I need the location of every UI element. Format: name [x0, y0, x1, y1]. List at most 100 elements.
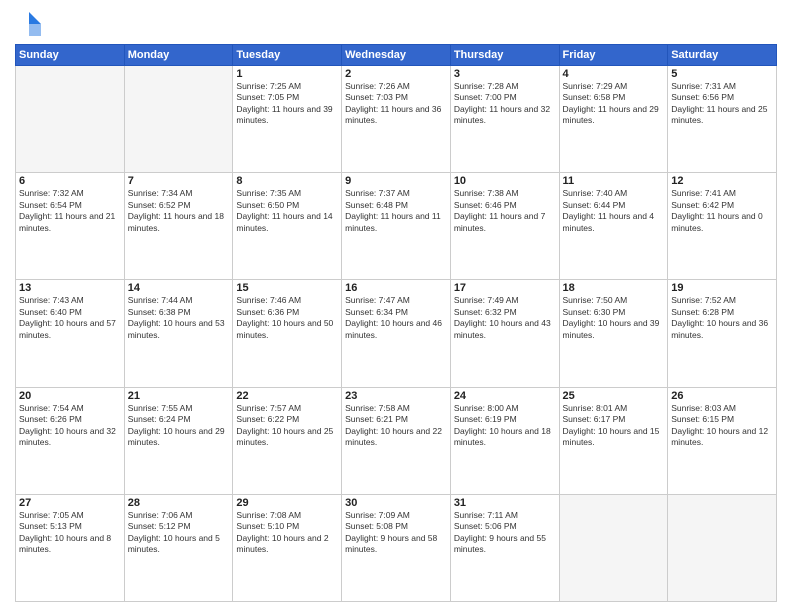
- calendar-day-cell: [16, 66, 125, 173]
- calendar-day-cell: [124, 66, 233, 173]
- day-number: 30: [345, 497, 447, 509]
- day-info: Sunrise: 7:35 AM Sunset: 6:50 PM Dayligh…: [236, 188, 338, 234]
- day-number: 11: [563, 175, 665, 187]
- day-number: 26: [671, 390, 773, 402]
- day-info: Sunrise: 7:58 AM Sunset: 6:21 PM Dayligh…: [345, 403, 447, 449]
- day-number: 24: [454, 390, 556, 402]
- calendar-day-cell: 2Sunrise: 7:26 AM Sunset: 7:03 PM Daylig…: [342, 66, 451, 173]
- day-info: Sunrise: 7:57 AM Sunset: 6:22 PM Dayligh…: [236, 403, 338, 449]
- weekday-header: Saturday: [668, 45, 777, 66]
- weekday-header: Monday: [124, 45, 233, 66]
- day-number: 12: [671, 175, 773, 187]
- day-info: Sunrise: 7:52 AM Sunset: 6:28 PM Dayligh…: [671, 295, 773, 341]
- calendar-day-cell: 14Sunrise: 7:44 AM Sunset: 6:38 PM Dayli…: [124, 280, 233, 387]
- calendar-day-cell: 16Sunrise: 7:47 AM Sunset: 6:34 PM Dayli…: [342, 280, 451, 387]
- calendar-day-cell: 8Sunrise: 7:35 AM Sunset: 6:50 PM Daylig…: [233, 173, 342, 280]
- calendar-day-cell: [668, 494, 777, 601]
- weekday-header: Sunday: [16, 45, 125, 66]
- day-info: Sunrise: 7:28 AM Sunset: 7:00 PM Dayligh…: [454, 81, 556, 127]
- calendar-day-cell: [559, 494, 668, 601]
- calendar-day-cell: 24Sunrise: 8:00 AM Sunset: 6:19 PM Dayli…: [450, 387, 559, 494]
- day-info: Sunrise: 7:50 AM Sunset: 6:30 PM Dayligh…: [563, 295, 665, 341]
- day-number: 16: [345, 282, 447, 294]
- day-number: 14: [128, 282, 230, 294]
- calendar-day-cell: 30Sunrise: 7:09 AM Sunset: 5:08 PM Dayli…: [342, 494, 451, 601]
- day-number: 19: [671, 282, 773, 294]
- calendar-day-cell: 27Sunrise: 7:05 AM Sunset: 5:13 PM Dayli…: [16, 494, 125, 601]
- day-info: Sunrise: 7:44 AM Sunset: 6:38 PM Dayligh…: [128, 295, 230, 341]
- day-info: Sunrise: 7:40 AM Sunset: 6:44 PM Dayligh…: [563, 188, 665, 234]
- calendar-week-row: 1Sunrise: 7:25 AM Sunset: 7:05 PM Daylig…: [16, 66, 777, 173]
- logo: [15, 10, 47, 38]
- calendar-day-cell: 23Sunrise: 7:58 AM Sunset: 6:21 PM Dayli…: [342, 387, 451, 494]
- day-number: 21: [128, 390, 230, 402]
- day-number: 5: [671, 68, 773, 80]
- day-info: Sunrise: 7:47 AM Sunset: 6:34 PM Dayligh…: [345, 295, 447, 341]
- weekday-header: Friday: [559, 45, 668, 66]
- day-number: 1: [236, 68, 338, 80]
- calendar-day-cell: 28Sunrise: 7:06 AM Sunset: 5:12 PM Dayli…: [124, 494, 233, 601]
- day-number: 15: [236, 282, 338, 294]
- day-number: 7: [128, 175, 230, 187]
- day-info: Sunrise: 7:49 AM Sunset: 6:32 PM Dayligh…: [454, 295, 556, 341]
- calendar-day-cell: 4Sunrise: 7:29 AM Sunset: 6:58 PM Daylig…: [559, 66, 668, 173]
- calendar-day-cell: 19Sunrise: 7:52 AM Sunset: 6:28 PM Dayli…: [668, 280, 777, 387]
- calendar-week-row: 27Sunrise: 7:05 AM Sunset: 5:13 PM Dayli…: [16, 494, 777, 601]
- calendar-header-row: SundayMondayTuesdayWednesdayThursdayFrid…: [16, 45, 777, 66]
- calendar-day-cell: 13Sunrise: 7:43 AM Sunset: 6:40 PM Dayli…: [16, 280, 125, 387]
- day-info: Sunrise: 8:01 AM Sunset: 6:17 PM Dayligh…: [563, 403, 665, 449]
- calendar-day-cell: 31Sunrise: 7:11 AM Sunset: 5:06 PM Dayli…: [450, 494, 559, 601]
- calendar-day-cell: 22Sunrise: 7:57 AM Sunset: 6:22 PM Dayli…: [233, 387, 342, 494]
- calendar-day-cell: 18Sunrise: 7:50 AM Sunset: 6:30 PM Dayli…: [559, 280, 668, 387]
- header: [15, 10, 777, 38]
- day-info: Sunrise: 7:31 AM Sunset: 6:56 PM Dayligh…: [671, 81, 773, 127]
- calendar-day-cell: 7Sunrise: 7:34 AM Sunset: 6:52 PM Daylig…: [124, 173, 233, 280]
- calendar-day-cell: 6Sunrise: 7:32 AM Sunset: 6:54 PM Daylig…: [16, 173, 125, 280]
- day-info: Sunrise: 7:34 AM Sunset: 6:52 PM Dayligh…: [128, 188, 230, 234]
- calendar-week-row: 20Sunrise: 7:54 AM Sunset: 6:26 PM Dayli…: [16, 387, 777, 494]
- calendar-day-cell: 25Sunrise: 8:01 AM Sunset: 6:17 PM Dayli…: [559, 387, 668, 494]
- day-info: Sunrise: 8:03 AM Sunset: 6:15 PM Dayligh…: [671, 403, 773, 449]
- calendar-day-cell: 26Sunrise: 8:03 AM Sunset: 6:15 PM Dayli…: [668, 387, 777, 494]
- day-info: Sunrise: 7:29 AM Sunset: 6:58 PM Dayligh…: [563, 81, 665, 127]
- day-number: 20: [19, 390, 121, 402]
- day-number: 23: [345, 390, 447, 402]
- day-number: 28: [128, 497, 230, 509]
- day-info: Sunrise: 7:05 AM Sunset: 5:13 PM Dayligh…: [19, 510, 121, 556]
- day-number: 27: [19, 497, 121, 509]
- day-number: 31: [454, 497, 556, 509]
- day-info: Sunrise: 7:37 AM Sunset: 6:48 PM Dayligh…: [345, 188, 447, 234]
- weekday-header: Tuesday: [233, 45, 342, 66]
- logo-icon: [15, 10, 43, 38]
- day-number: 8: [236, 175, 338, 187]
- calendar-table: SundayMondayTuesdayWednesdayThursdayFrid…: [15, 44, 777, 602]
- day-info: Sunrise: 7:55 AM Sunset: 6:24 PM Dayligh…: [128, 403, 230, 449]
- day-number: 10: [454, 175, 556, 187]
- weekday-header: Thursday: [450, 45, 559, 66]
- calendar-day-cell: 29Sunrise: 7:08 AM Sunset: 5:10 PM Dayli…: [233, 494, 342, 601]
- day-number: 6: [19, 175, 121, 187]
- page: SundayMondayTuesdayWednesdayThursdayFrid…: [0, 0, 792, 612]
- day-number: 2: [345, 68, 447, 80]
- day-info: Sunrise: 7:43 AM Sunset: 6:40 PM Dayligh…: [19, 295, 121, 341]
- day-number: 22: [236, 390, 338, 402]
- day-info: Sunrise: 7:26 AM Sunset: 7:03 PM Dayligh…: [345, 81, 447, 127]
- calendar-week-row: 6Sunrise: 7:32 AM Sunset: 6:54 PM Daylig…: [16, 173, 777, 280]
- day-number: 25: [563, 390, 665, 402]
- day-info: Sunrise: 8:00 AM Sunset: 6:19 PM Dayligh…: [454, 403, 556, 449]
- calendar-day-cell: 3Sunrise: 7:28 AM Sunset: 7:00 PM Daylig…: [450, 66, 559, 173]
- day-info: Sunrise: 7:11 AM Sunset: 5:06 PM Dayligh…: [454, 510, 556, 556]
- day-info: Sunrise: 7:09 AM Sunset: 5:08 PM Dayligh…: [345, 510, 447, 556]
- calendar-day-cell: 21Sunrise: 7:55 AM Sunset: 6:24 PM Dayli…: [124, 387, 233, 494]
- calendar-day-cell: 10Sunrise: 7:38 AM Sunset: 6:46 PM Dayli…: [450, 173, 559, 280]
- calendar-day-cell: 11Sunrise: 7:40 AM Sunset: 6:44 PM Dayli…: [559, 173, 668, 280]
- day-number: 4: [563, 68, 665, 80]
- weekday-header: Wednesday: [342, 45, 451, 66]
- calendar-day-cell: 15Sunrise: 7:46 AM Sunset: 6:36 PM Dayli…: [233, 280, 342, 387]
- day-info: Sunrise: 7:54 AM Sunset: 6:26 PM Dayligh…: [19, 403, 121, 449]
- day-info: Sunrise: 7:06 AM Sunset: 5:12 PM Dayligh…: [128, 510, 230, 556]
- day-info: Sunrise: 7:08 AM Sunset: 5:10 PM Dayligh…: [236, 510, 338, 556]
- calendar-day-cell: 5Sunrise: 7:31 AM Sunset: 6:56 PM Daylig…: [668, 66, 777, 173]
- day-info: Sunrise: 7:32 AM Sunset: 6:54 PM Dayligh…: [19, 188, 121, 234]
- calendar-day-cell: 9Sunrise: 7:37 AM Sunset: 6:48 PM Daylig…: [342, 173, 451, 280]
